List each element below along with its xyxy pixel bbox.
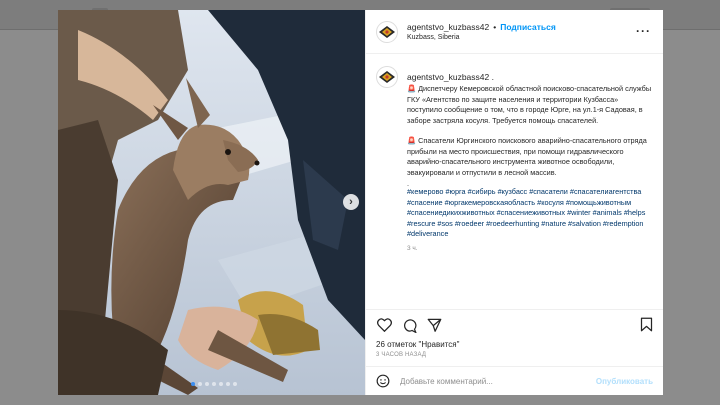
bookmark-icon [640, 317, 653, 332]
action-bar [366, 310, 663, 340]
likes-count[interactable]: 26 отметок "Нравится" [366, 340, 663, 349]
carousel-dot [198, 382, 202, 386]
comment-input[interactable] [400, 376, 596, 386]
caption-dot-line: . [407, 179, 410, 188]
carousel-dot [233, 382, 237, 386]
more-horizontal-icon: ··· [636, 24, 651, 38]
post-header: agentstvo_kuzbass42 • Подписаться Kuzbas… [366, 10, 663, 54]
post-side-panel: agentstvo_kuzbass42 • Подписаться Kuzbas… [365, 10, 663, 395]
agency-logo-icon [379, 25, 395, 38]
separator-dot: • [493, 22, 497, 32]
emoji-button[interactable] [376, 374, 390, 388]
post-photo[interactable]: › [58, 10, 365, 395]
post-author-username[interactable]: agentstvo_kuzbass42 [407, 22, 489, 32]
roe-deer-rescue-image [58, 10, 365, 395]
caption-paragraph: 🚨 Диспетчеру Кемеровской областной поиск… [407, 84, 652, 125]
heart-icon [376, 318, 392, 332]
next-photo-button[interactable]: › [343, 194, 359, 210]
post-modal: › agentstvo_kuzbass42 • Подписаться Kuzb… [58, 10, 663, 395]
comment-button[interactable] [401, 317, 417, 333]
caption-paragraph: 🚨 Спасатели Юргинского поискового аварий… [407, 136, 647, 177]
caption-avatar[interactable] [376, 66, 398, 88]
carousel-dot [205, 382, 209, 386]
avatar[interactable] [376, 20, 398, 43]
comment-icon [403, 318, 417, 333]
save-button[interactable] [640, 317, 653, 337]
post-timestamp: 3 ЧАСОВ НАЗАД [376, 352, 427, 358]
chevron-right-icon: › [349, 196, 353, 208]
follow-button[interactable]: Подписаться [500, 22, 556, 32]
carousel-dot [212, 382, 216, 386]
share-button[interactable] [426, 317, 442, 333]
carousel-dot [219, 382, 223, 386]
carousel-indicator [191, 382, 237, 386]
caption-section: agentstvo_kuzbass42 . 🚨 Диспетчеру Кемер… [366, 54, 663, 310]
emoji-icon [376, 374, 390, 388]
hashtag-list[interactable]: #кемерово #юрга #сибирь #кузбасс #спасат… [407, 187, 653, 240]
agency-logo-icon [379, 71, 395, 83]
publish-button[interactable]: Опубликовать [596, 377, 653, 386]
post-location[interactable]: Kuzbass, Siberia [407, 34, 556, 41]
like-button[interactable] [376, 317, 392, 333]
more-options-button[interactable]: ··· [636, 24, 651, 38]
carousel-dot [191, 382, 195, 386]
caption-username[interactable]: agentstvo_kuzbass42 . [407, 72, 494, 82]
share-icon [427, 318, 441, 332]
caption-time: 3 ч. [407, 244, 418, 252]
comment-bar: Опубликовать [366, 366, 663, 395]
carousel-dot [226, 382, 230, 386]
